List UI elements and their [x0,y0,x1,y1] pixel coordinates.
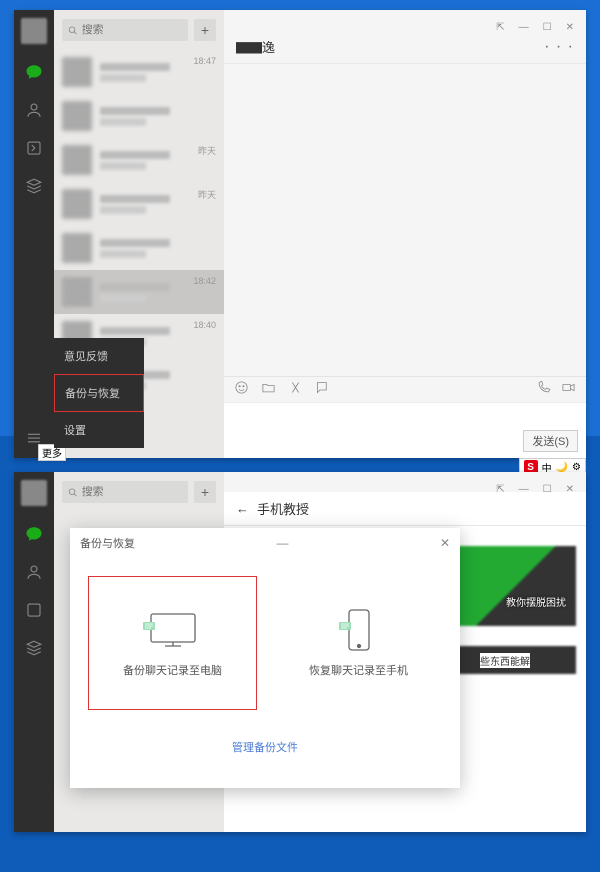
search-input-wrap[interactable] [62,481,188,503]
send-button[interactable]: 发送(S) [523,430,578,452]
user-avatar[interactable] [21,480,47,506]
dialog-title: 备份与恢复 [80,535,135,551]
more-menu: 意见反馈 备份与恢复 设置 [54,338,144,448]
restore-to-phone-option[interactable]: 恢复聊天记录至手机 [275,576,442,710]
chat-area: ▇▇逸 · · · 发送(S) [224,30,586,458]
new-chat-button[interactable]: + [194,481,216,503]
input-toolbar [224,376,586,402]
restore-to-phone-label: 恢复聊天记录至手机 [309,662,408,678]
chat-more-icon[interactable]: · · · [544,38,574,56]
new-chat-button[interactable]: + [194,19,216,41]
chat-title: 手机教授 [257,499,309,518]
video-call-icon[interactable] [561,380,576,400]
chat-tab-icon[interactable] [24,62,44,82]
left-nav [14,10,54,458]
emoji-icon[interactable] [234,380,249,400]
back-icon[interactable]: ← [236,501,249,516]
monitor-icon [141,608,205,652]
wechat-window-top: ⇱ — ☐ ✕ + 18:47 昨天 昨天 18:42 18:40 意见反馈 [14,10,586,458]
menu-backup-restore[interactable]: 备份与恢复 [54,374,144,412]
voice-call-icon[interactable] [536,380,551,400]
chat-tab-icon[interactable] [24,524,44,544]
contacts-tab-icon[interactable] [24,562,44,582]
wechat-window-bottom: ⇱ — ☐ ✕ + ← 手机教授 教你摆脱困扰 些东西能解 [14,472,586,832]
files-tab-icon[interactable] [24,176,44,196]
search-input-wrap[interactable] [62,19,188,41]
backup-to-pc-label: 备份聊天记录至电脑 [123,662,222,678]
files-tab-icon[interactable] [24,638,44,658]
backup-to-pc-option[interactable]: 备份聊天记录至电脑 [88,576,257,710]
article-thumb[interactable] [456,546,576,626]
phone-icon [327,608,391,652]
article-label: 教你摆脱困扰 [506,594,566,609]
search-input[interactable] [82,486,182,498]
user-avatar[interactable] [21,18,47,44]
dialog-close-icon[interactable]: ✕ [440,536,450,550]
message-area [224,64,586,376]
favorites-tab-icon[interactable] [24,600,44,620]
menu-feedback[interactable]: 意见反馈 [54,338,144,374]
file-icon[interactable] [261,380,276,400]
article-label-2: 些东西能解 [480,653,530,668]
dialog-minimize[interactable]: — [276,536,288,550]
backup-restore-dialog: 备份与恢复 — ✕ 备份聊天记录至电脑 恢复聊天记录至手机 管理备份文件 [70,528,460,788]
search-input[interactable] [82,24,182,36]
contacts-tab-icon[interactable] [24,100,44,120]
history-icon[interactable] [315,380,330,400]
menu-settings[interactable]: 设置 [54,412,144,448]
screenshot-icon[interactable] [288,380,303,400]
message-input[interactable]: 发送(S) [224,402,586,458]
left-nav [14,472,54,832]
manage-backups-link[interactable]: 管理备份文件 [232,742,298,754]
chat-title: ▇▇逸 [236,37,275,56]
favorites-tab-icon[interactable] [24,138,44,158]
